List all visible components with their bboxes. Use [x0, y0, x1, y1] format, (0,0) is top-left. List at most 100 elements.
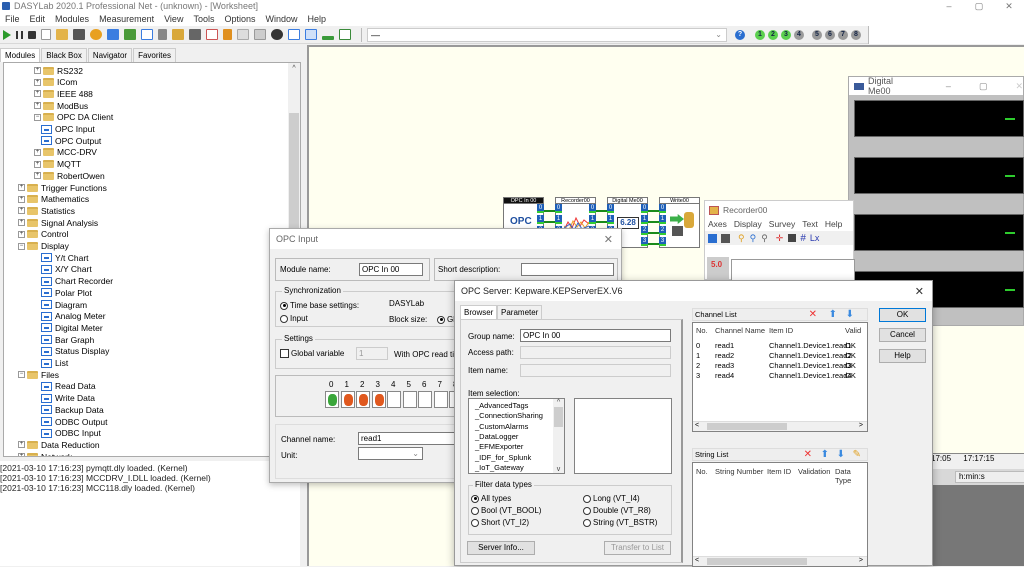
grid-icon[interactable]: #	[800, 233, 806, 244]
scroll-up-icon[interactable]: ^	[288, 65, 300, 72]
input-port-1[interactable]: 1	[607, 215, 614, 224]
tab-browser[interactable]: Browser	[460, 305, 498, 320]
report-icon[interactable]	[206, 29, 218, 40]
channel-cell[interactable]	[371, 391, 386, 408]
menu-measurement[interactable]: Measurement	[94, 14, 159, 24]
tree-item[interactable]: + Control	[18, 229, 68, 240]
channel-cell[interactable]	[356, 391, 370, 408]
column-header[interactable]: No.	[696, 467, 708, 476]
tree-item[interactable]: Bar Graph	[41, 334, 94, 345]
output-port-1[interactable]: 1	[641, 215, 648, 224]
layout2-icon[interactable]	[305, 29, 317, 40]
item-tree-node[interactable]: _IoT_Gateway	[475, 463, 524, 472]
close-button[interactable]: ✕	[994, 0, 1024, 12]
help-button[interactable]: Help	[879, 349, 926, 363]
menu-modules[interactable]: Modules	[50, 14, 94, 24]
layer-button-7[interactable]: 7	[838, 29, 848, 40]
column-header[interactable]: Validation	[798, 467, 830, 476]
item-tree-scrollbar[interactable]: ^ v	[553, 399, 564, 473]
expand-icon[interactable]: +	[34, 67, 41, 74]
toolbar-combo[interactable]: — ⌄	[367, 27, 727, 42]
scrollbar-thumb[interactable]	[707, 423, 787, 430]
cancel-button[interactable]: Cancel	[879, 328, 926, 342]
column-header[interactable]: Item ID	[769, 326, 793, 335]
tree-item[interactable]: + RS232	[34, 65, 83, 76]
tab-favorites[interactable]: Favorites	[133, 48, 176, 62]
input-port-0[interactable]: 0	[555, 204, 562, 213]
column-header[interactable]: Data Type	[835, 467, 867, 485]
minimize-button[interactable]: –	[934, 0, 964, 12]
output-port-1[interactable]: 1	[589, 215, 596, 224]
tree-item[interactable]: Chart Recorder	[41, 276, 113, 287]
tree-item[interactable]: Y/t Chart	[41, 252, 89, 263]
column-header[interactable]: String Number	[715, 467, 763, 476]
scroll-up-icon[interactable]: ^	[553, 399, 564, 406]
export-icon[interactable]	[339, 29, 351, 40]
channel-cell[interactable]	[325, 391, 339, 408]
time-base-radio[interactable]: Time base settings:	[280, 301, 359, 310]
network-icon[interactable]	[189, 29, 201, 40]
axis-label-icon[interactable]: Lx	[810, 233, 820, 243]
ok-button[interactable]: OK	[879, 308, 926, 322]
edit-pencil-icon[interactable]: ✎	[853, 449, 861, 460]
tree-item[interactable]: Backup Data	[41, 404, 104, 415]
zoom-fit-icon[interactable]: ⚲	[750, 233, 757, 244]
time-base-value[interactable]: DASYLab	[389, 299, 424, 308]
tree-item[interactable]: Digital Meter	[41, 322, 103, 333]
tree-item[interactable]: + Mathematics	[18, 194, 89, 205]
short-desc-input[interactable]	[521, 263, 614, 276]
channel-list-hscrollbar[interactable]: < >	[693, 421, 867, 431]
layer-button-4[interactable]: 4	[794, 29, 804, 40]
channel-name-input[interactable]: read1	[358, 432, 458, 445]
block-size-radio[interactable]: Gl	[437, 315, 455, 324]
output-port-3[interactable]: 3	[641, 237, 648, 246]
expand-icon[interactable]: +	[18, 207, 25, 215]
open-icon[interactable]	[56, 29, 68, 40]
item-tree-node[interactable]: _EFMExporter	[475, 442, 523, 451]
menu-edit[interactable]: Edit	[25, 14, 51, 24]
unit-select[interactable]: ⌄	[358, 447, 423, 460]
delete-icon[interactable]: ✕	[809, 309, 817, 320]
image-icon[interactable]	[124, 29, 136, 40]
expand-icon[interactable]: +	[18, 195, 25, 203]
filter-radio-all[interactable]: All types	[471, 494, 511, 503]
collapse-icon[interactable]: −	[18, 371, 25, 379]
text-icon[interactable]	[107, 29, 119, 40]
scroll-down-icon[interactable]: v	[553, 466, 564, 473]
close-icon[interactable]: ✕	[604, 233, 613, 246]
filter-radio-bool[interactable]: Bool (VT_BOOL)	[471, 506, 541, 515]
collapse-icon[interactable]: −	[18, 242, 25, 250]
column-header[interactable]: Channel Name	[715, 326, 765, 335]
tree-item[interactable]: + Network	[18, 451, 72, 456]
expand-icon[interactable]: +	[18, 230, 25, 238]
scroll-right-icon[interactable]: >	[859, 422, 863, 429]
menu-view[interactable]: View	[159, 14, 188, 24]
expand-icon[interactable]: +	[34, 90, 41, 98]
input-port-1[interactable]: 1	[555, 215, 562, 224]
close-button[interactable]: ✕	[1015, 81, 1023, 92]
filter-radio-string[interactable]: String (VT_BSTR)	[583, 518, 657, 527]
zoom-out-icon[interactable]: ⚲	[761, 233, 768, 244]
expand-icon[interactable]: +	[34, 172, 41, 180]
input-port-2[interactable]: 2	[659, 226, 666, 235]
layer-button-2[interactable]: 2	[768, 29, 778, 40]
expand-icon[interactable]: +	[34, 102, 41, 110]
expand-icon[interactable]: +	[18, 184, 25, 191]
tree-item[interactable]: Status Display	[41, 346, 109, 357]
tab-navigator[interactable]: Navigator	[87, 48, 133, 62]
expand-icon[interactable]: +	[34, 160, 41, 168]
table-row[interactable]: 1 read2 Channel1.Device1.read2 OK	[693, 351, 863, 361]
scroll-left-icon[interactable]: <	[695, 557, 699, 564]
delete-icon[interactable]: ✕	[804, 449, 812, 460]
layer-button-1[interactable]: 1	[755, 29, 765, 40]
input-port-0[interactable]: 0	[659, 204, 666, 213]
channels-icon[interactable]	[721, 233, 730, 243]
tree-item[interactable]: Write Data	[41, 393, 95, 404]
block-write-data[interactable]: Write00 0 1 2 3	[659, 197, 700, 248]
new-icon[interactable]	[41, 29, 51, 40]
menu-help[interactable]: Help	[303, 14, 332, 24]
move-up-icon[interactable]: ⬆	[821, 449, 829, 460]
move-down-icon[interactable]: ⬇	[846, 309, 854, 320]
input-port-0[interactable]: 0	[607, 204, 614, 213]
layout1-icon[interactable]	[288, 29, 300, 40]
